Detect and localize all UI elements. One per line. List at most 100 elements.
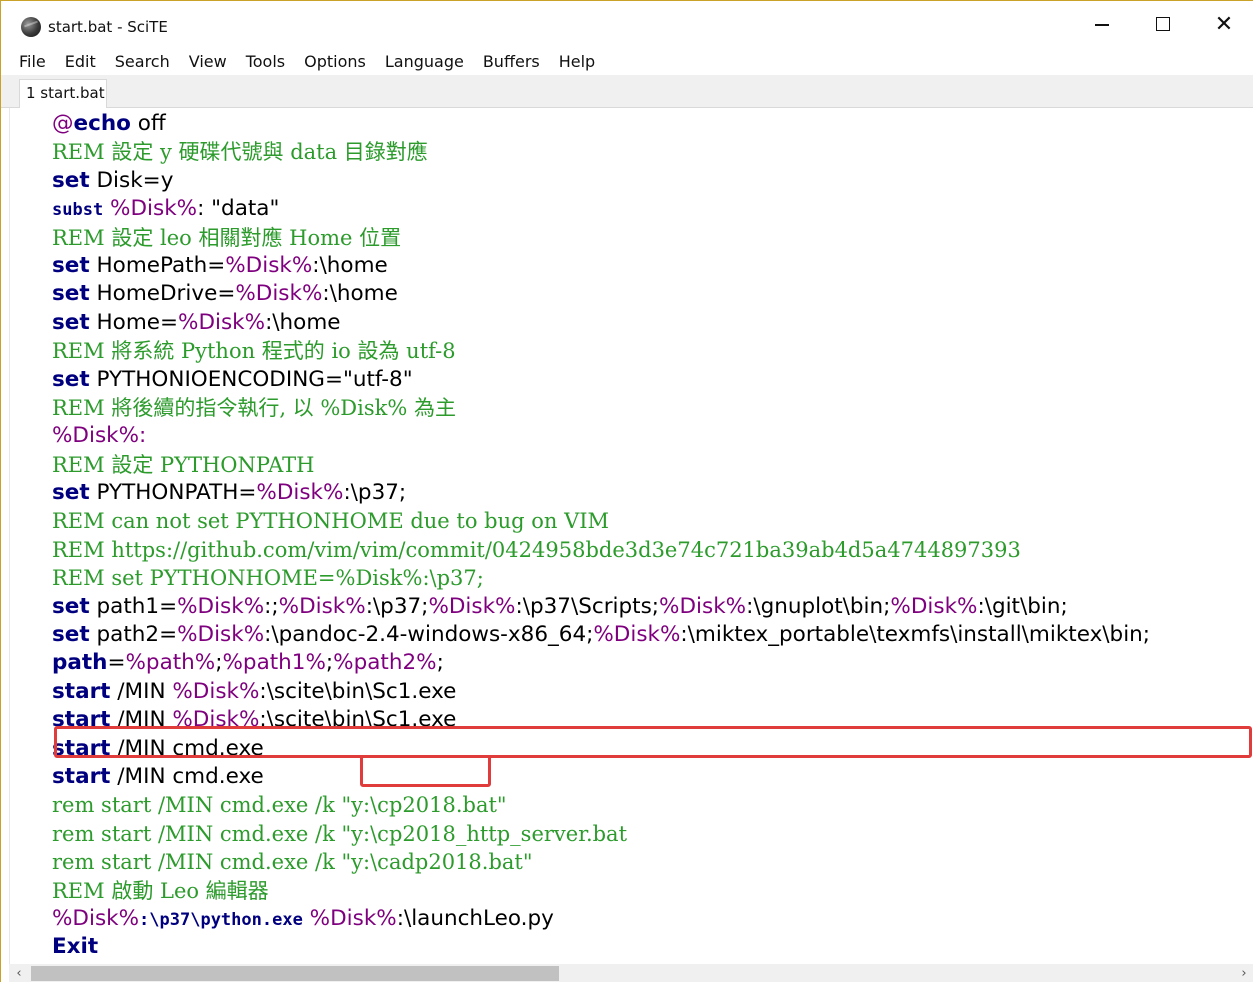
code-line[interactable]: @echo off	[52, 110, 1150, 138]
code-token: set	[52, 281, 90, 307]
tab-start-bat[interactable]: 1 start.bat	[19, 79, 107, 109]
code-line[interactable]: set PYTHONPATH=%Disk%:\p37;	[52, 479, 1150, 507]
code-token: :\p37;	[365, 593, 429, 619]
code-token: %Disk%	[278, 593, 366, 619]
minimize-button[interactable]	[1071, 1, 1133, 47]
code-line[interactable]: start /MIN cmd.exe	[52, 763, 1150, 791]
code-line[interactable]: start /MIN cmd.exe	[52, 735, 1150, 763]
code-token: REM 啟動 Leo 編輯器	[52, 878, 269, 903]
code-token: %Disk%	[225, 252, 313, 278]
code-token: rem start /MIN cmd.exe /k "y:\cp2018.bat…	[52, 793, 507, 818]
code-token: REM 設定 y 硬碟代號與 data 目錄對應	[52, 140, 428, 165]
code-line[interactable]: set HomeDrive=%Disk%:\home	[52, 280, 1150, 308]
menu-help[interactable]: Help	[559, 47, 595, 75]
code-token: ;	[215, 650, 223, 676]
scroll-left-arrow-icon[interactable]: ‹	[9, 964, 29, 982]
code-line[interactable]: REM can not set PYTHONHOME due to bug on…	[52, 507, 1150, 535]
code-token: :\home	[322, 281, 398, 307]
scrollbar-thumb[interactable]	[31, 966, 559, 981]
code-lines: @echo off REM 設定 y 硬碟代號與 data 目錄對應 set Dis…	[52, 110, 1150, 962]
menu-bar: File Edit Search View Tools Options Lang…	[1, 47, 1253, 75]
title-bar[interactable]: start.bat - SciTE ✕	[1, 1, 1253, 47]
code-line[interactable]: set path1=%Disk%:;%Disk%:\p37;%Disk%:\p3…	[52, 593, 1150, 621]
code-line[interactable]: REM 設定 y 硬碟代號與 data 目錄對應	[52, 138, 1150, 166]
code-token: PYTHONPATH=	[89, 480, 257, 506]
maximize-icon	[1156, 17, 1170, 31]
code-line[interactable]: %Disk%:\p37\python.exe %Disk%:\launchLeo…	[52, 905, 1150, 933]
code-token: %Disk%:	[52, 423, 147, 449]
menu-tools[interactable]: Tools	[246, 47, 285, 75]
menu-language[interactable]: Language	[385, 47, 464, 75]
code-line[interactable]: set PYTHONIOENCODING="utf-8"	[52, 366, 1150, 394]
window-title: start.bat - SciTE	[48, 18, 168, 36]
menu-file[interactable]: File	[19, 47, 46, 75]
code-line[interactable]: start /MIN %Disk%:\scite\bin\Sc1.exe	[52, 706, 1150, 734]
code-token: =	[107, 650, 126, 676]
code-line[interactable]: set HomePath=%Disk%:\home	[52, 252, 1150, 280]
horizontal-scrollbar[interactable]: ‹ ›	[9, 964, 1253, 982]
code-line[interactable]: REM https://github.com/vim/vim/commit/04…	[52, 536, 1150, 564]
code-line[interactable]: rem start /MIN cmd.exe /k "y:\cadp2018.b…	[52, 848, 1150, 876]
code-line[interactable]: REM 將系統 Python 程式的 io 設為 utf-8	[52, 337, 1150, 365]
code-line[interactable]: start /MIN %Disk%:\scite\bin\Sc1.exe	[52, 678, 1150, 706]
code-line[interactable]: REM 設定 leo 相關對應 Home 位置	[52, 224, 1150, 252]
code-line[interactable]: REM 將後續的指令執行, 以 %Disk% 為主	[52, 394, 1150, 422]
code-line[interactable]: REM 啟動 Leo 編輯器	[52, 877, 1150, 905]
code-line[interactable]: rem start /MIN cmd.exe /k "y:\cp2018_htt…	[52, 820, 1150, 848]
code-token: rem start /MIN cmd.exe /k "y:\cp2018_htt…	[52, 821, 628, 846]
code-token: set	[52, 167, 90, 193]
code-token: :\gnuplot\bin;	[746, 593, 891, 619]
code-token: subst	[52, 200, 104, 221]
menu-edit[interactable]: Edit	[65, 47, 96, 75]
scroll-right-arrow-icon[interactable]: ›	[1234, 964, 1253, 982]
code-line[interactable]: Exit	[52, 933, 1150, 961]
minimize-icon	[1095, 24, 1109, 26]
close-icon: ✕	[1214, 11, 1234, 37]
code-token: :\p37\python.exe	[139, 909, 303, 930]
code-line[interactable]: REM set PYTHONHOME=%Disk%:\p37;	[52, 564, 1150, 592]
code-token: %Disk%	[428, 593, 516, 619]
tab-bar: 1 start.bat	[1, 75, 1253, 109]
code-token: REM set PYTHONHOME=%Disk%:\p37;	[52, 566, 484, 591]
code-token: REM 設定 PYTHONPATH	[52, 452, 315, 477]
code-token: :\home	[312, 252, 388, 278]
code-token: /MIN cmd.exe	[110, 735, 264, 761]
code-token: HomePath=	[89, 252, 226, 278]
code-token: %Disk%	[52, 905, 140, 931]
code-token: rem start /MIN cmd.exe /k "y:\cadp2018.b…	[52, 850, 533, 875]
code-token: set	[52, 366, 90, 392]
code-token: REM 設定 leo 相關對應 Home 位置	[52, 225, 402, 250]
code-line[interactable]: rem start /MIN cmd.exe /k "y:\cp2018.bat…	[52, 791, 1150, 819]
code-token: %Disk%	[177, 593, 265, 619]
code-token: %path2%	[333, 650, 437, 676]
code-token: set	[52, 309, 90, 335]
menu-view[interactable]: View	[189, 47, 227, 75]
close-button[interactable]: ✕	[1193, 1, 1253, 47]
code-line[interactable]: path=%path%;%path1%;%path2%;	[52, 649, 1150, 677]
code-token: %Disk%	[172, 707, 260, 733]
code-line[interactable]: set Home=%Disk%:\home	[52, 309, 1150, 337]
code-line[interactable]: set Disk=y	[52, 167, 1150, 195]
code-token: :\p37;	[343, 480, 407, 506]
scite-app-icon	[21, 17, 41, 37]
code-token: :\launchLeo.py	[396, 905, 554, 931]
code-line[interactable]: subst %Disk%: "data"	[52, 195, 1150, 223]
code-token: :\home	[265, 309, 341, 335]
menu-buffers[interactable]: Buffers	[483, 47, 540, 75]
code-token: Home=	[89, 309, 179, 335]
code-token: REM can not set PYTHONHOME due to bug on…	[52, 509, 610, 534]
menu-options[interactable]: Options	[304, 47, 366, 75]
code-line[interactable]: %Disk%:	[52, 422, 1150, 450]
code-token: : "data"	[197, 196, 280, 222]
code-token: %Disk%	[890, 593, 978, 619]
code-token: %Disk%	[659, 593, 747, 619]
code-line[interactable]: REM 設定 PYTHONPATH	[52, 451, 1150, 479]
code-line[interactable]: set path2=%Disk%:\pandoc-2.4-windows-x86…	[52, 621, 1150, 649]
code-editor[interactable]: @echo off REM 設定 y 硬碟代號與 data 目錄對應 set Dis…	[9, 108, 1253, 964]
maximize-button[interactable]	[1132, 1, 1194, 47]
code-token: path2=	[89, 622, 178, 648]
menu-search[interactable]: Search	[115, 47, 170, 75]
code-token: :\scite\bin\Sc1.exe	[259, 707, 457, 733]
scite-window: start.bat - SciTE ✕ File Edit Search Vie…	[0, 0, 1253, 982]
